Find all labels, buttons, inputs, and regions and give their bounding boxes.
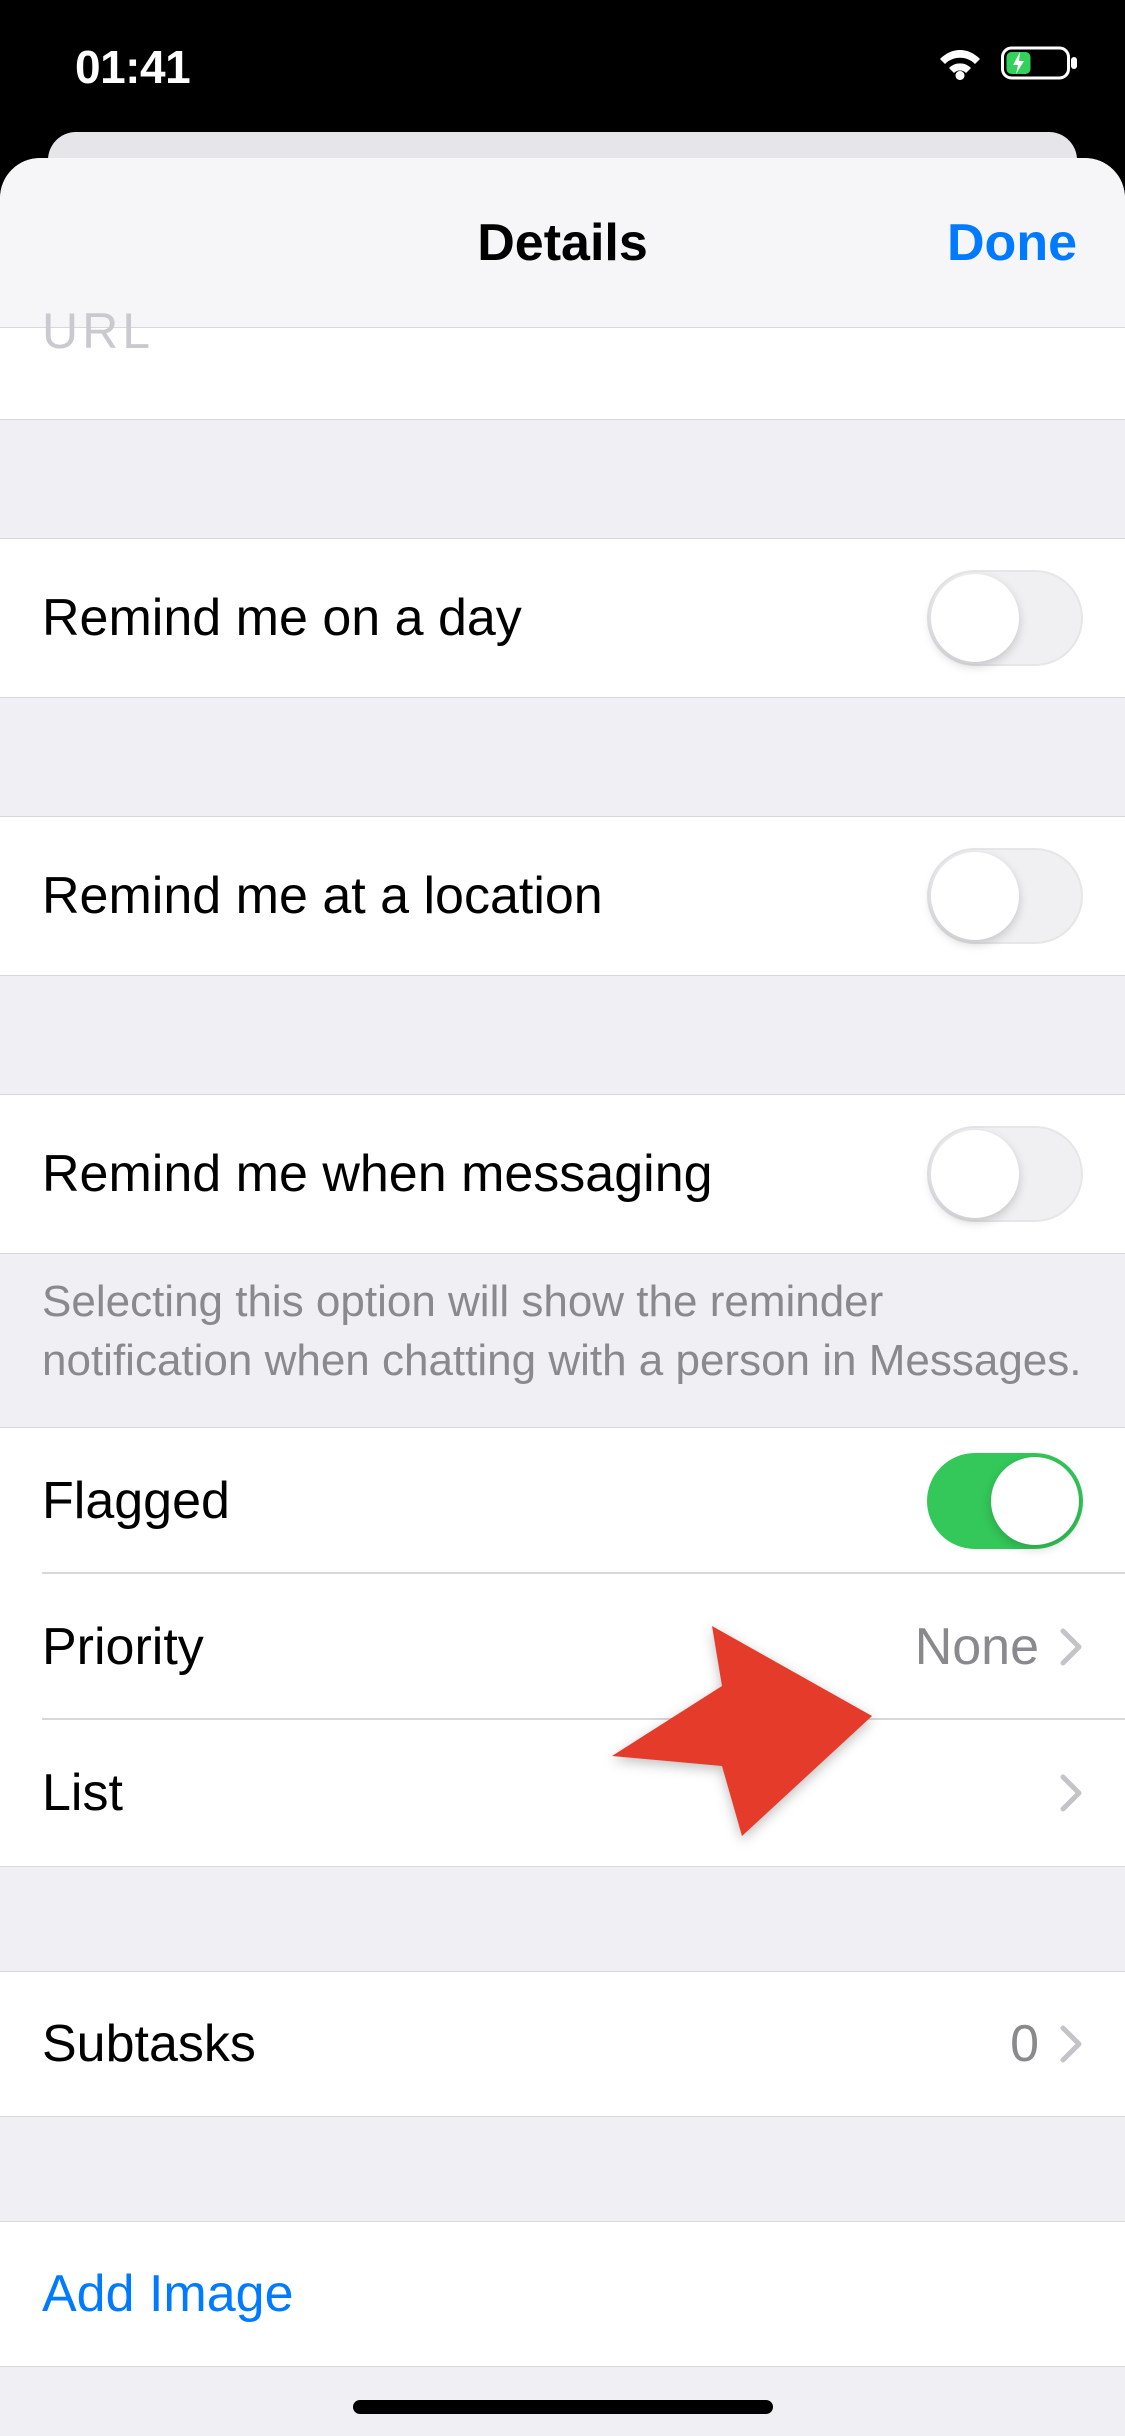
flagged-label: Flagged <box>42 1471 230 1531</box>
wifi-icon <box>935 44 985 82</box>
remind-messaging-row[interactable]: Remind me when messaging <box>0 1094 1125 1254</box>
toggle-knob <box>931 574 1019 662</box>
chevron-right-icon <box>1059 1773 1083 1813</box>
flagged-toggle[interactable] <box>927 1453 1083 1549</box>
priority-label: Priority <box>42 1617 204 1677</box>
subtasks-label: Subtasks <box>42 2014 256 2074</box>
add-image-label: Add Image <box>42 2264 294 2324</box>
toggle-knob <box>931 852 1019 940</box>
remind-day-row[interactable]: Remind me on a day <box>0 538 1125 698</box>
subtasks-row[interactable]: Subtasks 0 <box>0 1971 1125 2117</box>
section-gap <box>0 420 1125 538</box>
remind-messaging-toggle[interactable] <box>927 1126 1083 1222</box>
section-gap <box>0 698 1125 816</box>
section-gap <box>0 976 1125 1094</box>
chevron-right-icon <box>1059 1627 1083 1667</box>
priority-row[interactable]: Priority None <box>0 1574 1125 1720</box>
list-row[interactable]: List <box>0 1720 1125 1866</box>
remind-location-toggle[interactable] <box>927 848 1083 944</box>
done-button[interactable]: Done <box>947 158 1077 327</box>
flagged-row[interactable]: Flagged <box>0 1428 1125 1574</box>
status-bar: 01:41 <box>0 0 1125 132</box>
remind-location-row[interactable]: Remind me at a location <box>0 816 1125 976</box>
remind-location-label: Remind me at a location <box>42 866 603 926</box>
remind-messaging-label: Remind me when messaging <box>42 1144 713 1204</box>
row-accessory: None <box>915 1617 1083 1677</box>
options-group: Flagged Priority None List <box>0 1427 1125 1867</box>
screen: 01:41 Details Done URL <box>0 0 1125 2436</box>
remind-day-label: Remind me on a day <box>42 588 522 648</box>
section-gap <box>0 1867 1125 1971</box>
toggle-knob <box>931 1130 1019 1218</box>
page-title: Details <box>477 213 648 273</box>
sheet-content: URL Remind me on a day Remind me at a lo… <box>0 328 1125 2367</box>
priority-value: None <box>915 1617 1039 1677</box>
row-accessory <box>1059 1773 1083 1813</box>
list-label: List <box>42 1763 123 1823</box>
row-accessory: 0 <box>1010 2014 1083 2074</box>
section-gap <box>0 2117 1125 2221</box>
remind-messaging-note: Selecting this option will show the remi… <box>0 1254 1125 1427</box>
battery-icon <box>1001 44 1079 82</box>
subtasks-count: 0 <box>1010 2014 1039 2074</box>
add-image-row[interactable]: Add Image <box>0 2221 1125 2367</box>
details-sheet: Details Done URL Remind me on a day Remi… <box>0 158 1125 2436</box>
status-time: 01:41 <box>75 40 190 94</box>
home-indicator[interactable] <box>353 2400 773 2414</box>
status-right <box>935 44 1079 82</box>
sheet-header: Details Done <box>0 158 1125 328</box>
url-placeholder: URL <box>42 302 154 360</box>
url-row[interactable]: URL <box>0 328 1125 420</box>
toggle-knob <box>991 1457 1079 1545</box>
chevron-right-icon <box>1059 2024 1083 2064</box>
remind-day-toggle[interactable] <box>927 570 1083 666</box>
